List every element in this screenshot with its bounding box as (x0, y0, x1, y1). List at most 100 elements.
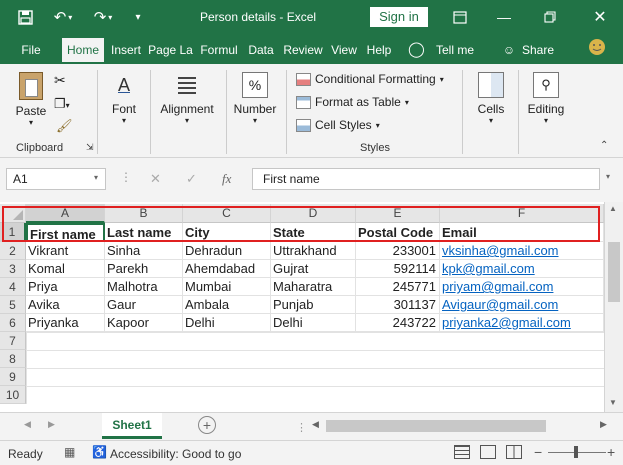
page-layout-view-icon[interactable] (480, 445, 496, 459)
email-link[interactable]: kpk@gmail.com (440, 260, 604, 278)
table-cell[interactable]: Vikrant (26, 242, 105, 260)
row-header[interactable]: 1 (0, 223, 26, 242)
share-button[interactable]: Share (520, 38, 556, 64)
cell-f1[interactable]: Email (440, 223, 604, 242)
tab-insert[interactable]: Insert (108, 38, 144, 64)
collapse-ribbon-icon[interactable]: ⌃ (600, 140, 608, 151)
table-cell[interactable]: 233001 (356, 242, 440, 260)
scroll-left-icon[interactable]: ◀ (312, 419, 319, 430)
normal-view-icon[interactable] (454, 445, 470, 459)
number-button[interactable]: % Number ▾ (230, 72, 280, 125)
column-header-d[interactable]: D (271, 204, 356, 223)
table-cell[interactable]: Parekh (105, 260, 183, 278)
row-header[interactable]: 2 (0, 242, 26, 260)
row-header[interactable]: 8 (0, 350, 26, 368)
tab-help[interactable]: Help (363, 38, 395, 64)
column-header-b[interactable]: B (105, 204, 183, 223)
expand-formula-bar-icon[interactable]: ▾ (606, 172, 610, 181)
table-cell[interactable]: Uttrakhand (271, 242, 356, 260)
save-icon[interactable] (14, 7, 36, 27)
name-box[interactable]: A1 (6, 168, 106, 190)
table-cell[interactable]: Delhi (183, 314, 271, 332)
tab-formulas[interactable]: Formul (196, 38, 242, 64)
insert-function-icon[interactable]: fx (222, 171, 231, 187)
row-header[interactable]: 5 (0, 296, 26, 314)
row-header[interactable]: 7 (0, 332, 26, 350)
table-cell[interactable]: Ambala (183, 296, 271, 314)
table-cell[interactable]: Mumbai (183, 278, 271, 296)
column-header-f[interactable]: F (440, 204, 604, 223)
add-sheet-icon[interactable]: + (198, 416, 216, 434)
table-cell[interactable]: Priya (26, 278, 105, 296)
table-cell[interactable]: Maharatra (271, 278, 356, 296)
copy-icon[interactable]: ❐▾ (54, 96, 70, 112)
table-cell[interactable]: Komal (26, 260, 105, 278)
table-cell[interactable]: 592114 (356, 260, 440, 278)
row-header[interactable]: 6 (0, 314, 26, 332)
alignment-button[interactable]: Alignment ▾ (156, 72, 218, 125)
table-cell[interactable]: Gaur (105, 296, 183, 314)
tab-home[interactable]: Home (62, 38, 104, 64)
email-link[interactable]: priyam@gmail.com (440, 278, 604, 296)
formula-input[interactable]: First name (252, 168, 600, 190)
table-cell[interactable]: Ahemdabad (183, 260, 271, 278)
conditional-formatting-button[interactable]: Conditional Formatting ▾ (296, 72, 444, 86)
next-sheet-icon[interactable]: ▶ (48, 419, 55, 430)
accessibility-status[interactable]: Accessibility: Good to go (110, 447, 241, 461)
tab-data[interactable]: Data (245, 38, 277, 64)
splitter-dots-icon[interactable]: ⋮ (296, 421, 307, 434)
cell-e1[interactable]: Postal Code (356, 223, 440, 242)
cancel-icon[interactable]: ✕ (150, 171, 161, 187)
restore-icon[interactable] (540, 7, 560, 27)
table-cell[interactable]: Delhi (271, 314, 356, 332)
table-cell[interactable]: Kapoor (105, 314, 183, 332)
tab-review[interactable]: Review (281, 38, 325, 64)
scroll-up-icon[interactable]: ▲ (609, 204, 617, 213)
tab-page-layout[interactable]: Page La (147, 38, 194, 64)
scroll-right-icon[interactable]: ▶ (600, 419, 607, 430)
horizontal-scroll-thumb[interactable] (326, 420, 546, 432)
table-cell[interactable]: 245771 (356, 278, 440, 296)
table-cell[interactable]: Avika (26, 296, 105, 314)
row-header[interactable]: 10 (0, 386, 26, 404)
macro-record-icon[interactable]: ▦ (64, 445, 75, 459)
table-cell[interactable]: Sinha (105, 242, 183, 260)
table-cell[interactable]: Dehradun (183, 242, 271, 260)
tab-view[interactable]: View (328, 38, 360, 64)
row-header[interactable]: 3 (0, 260, 26, 278)
accessibility-icon[interactable]: ♿ (92, 445, 107, 459)
font-button[interactable]: A Font ▾ (106, 72, 142, 126)
table-cell[interactable]: Gujrat (271, 260, 356, 278)
cell-b1[interactable]: Last name (105, 223, 183, 242)
format-painter-icon[interactable]: 🖌 (56, 118, 73, 134)
zoom-out-icon[interactable]: − (534, 444, 542, 460)
empty-cells[interactable] (26, 332, 604, 404)
customize-toolbar-icon[interactable]: ▾ (130, 7, 146, 27)
minimize-icon[interactable]: — (494, 7, 514, 27)
email-link[interactable]: vksinha@gmail.com (440, 242, 604, 260)
page-break-view-icon[interactable] (506, 445, 522, 459)
table-cell[interactable]: Malhotra (105, 278, 183, 296)
prev-sheet-icon[interactable]: ◀ (24, 419, 31, 430)
select-all-corner[interactable] (0, 204, 26, 223)
table-cell[interactable]: 243722 (356, 314, 440, 332)
undo-icon[interactable]: ↶ ▾ (48, 7, 78, 27)
row-header[interactable]: 9 (0, 368, 26, 386)
cell-a1[interactable]: First name (26, 223, 105, 242)
format-as-table-button[interactable]: Format as Table ▾ (296, 95, 409, 109)
scroll-down-icon[interactable]: ▼ (609, 398, 617, 407)
cells-button[interactable]: Cells ▾ (470, 72, 512, 125)
column-header-e[interactable]: E (356, 204, 440, 223)
name-box-dropdown-icon[interactable]: ▾ (94, 173, 98, 182)
row-header[interactable]: 4 (0, 278, 26, 296)
cell-c1[interactable]: City (183, 223, 271, 242)
table-cell[interactable]: Punjab (271, 296, 356, 314)
smiley-feedback-icon[interactable] (586, 38, 608, 64)
redo-icon[interactable]: ↷ ▾ (88, 7, 118, 27)
editing-button[interactable]: ⚲ Editing ▾ (522, 72, 570, 125)
email-link[interactable]: Avigaur@gmail.com (440, 296, 604, 314)
clipboard-launcher-icon[interactable]: ⇲ (86, 142, 94, 153)
paste-button[interactable]: Paste ▾ (14, 72, 48, 127)
tell-me-search[interactable]: Tell me (434, 38, 476, 64)
scroll-thumb[interactable] (608, 242, 620, 302)
